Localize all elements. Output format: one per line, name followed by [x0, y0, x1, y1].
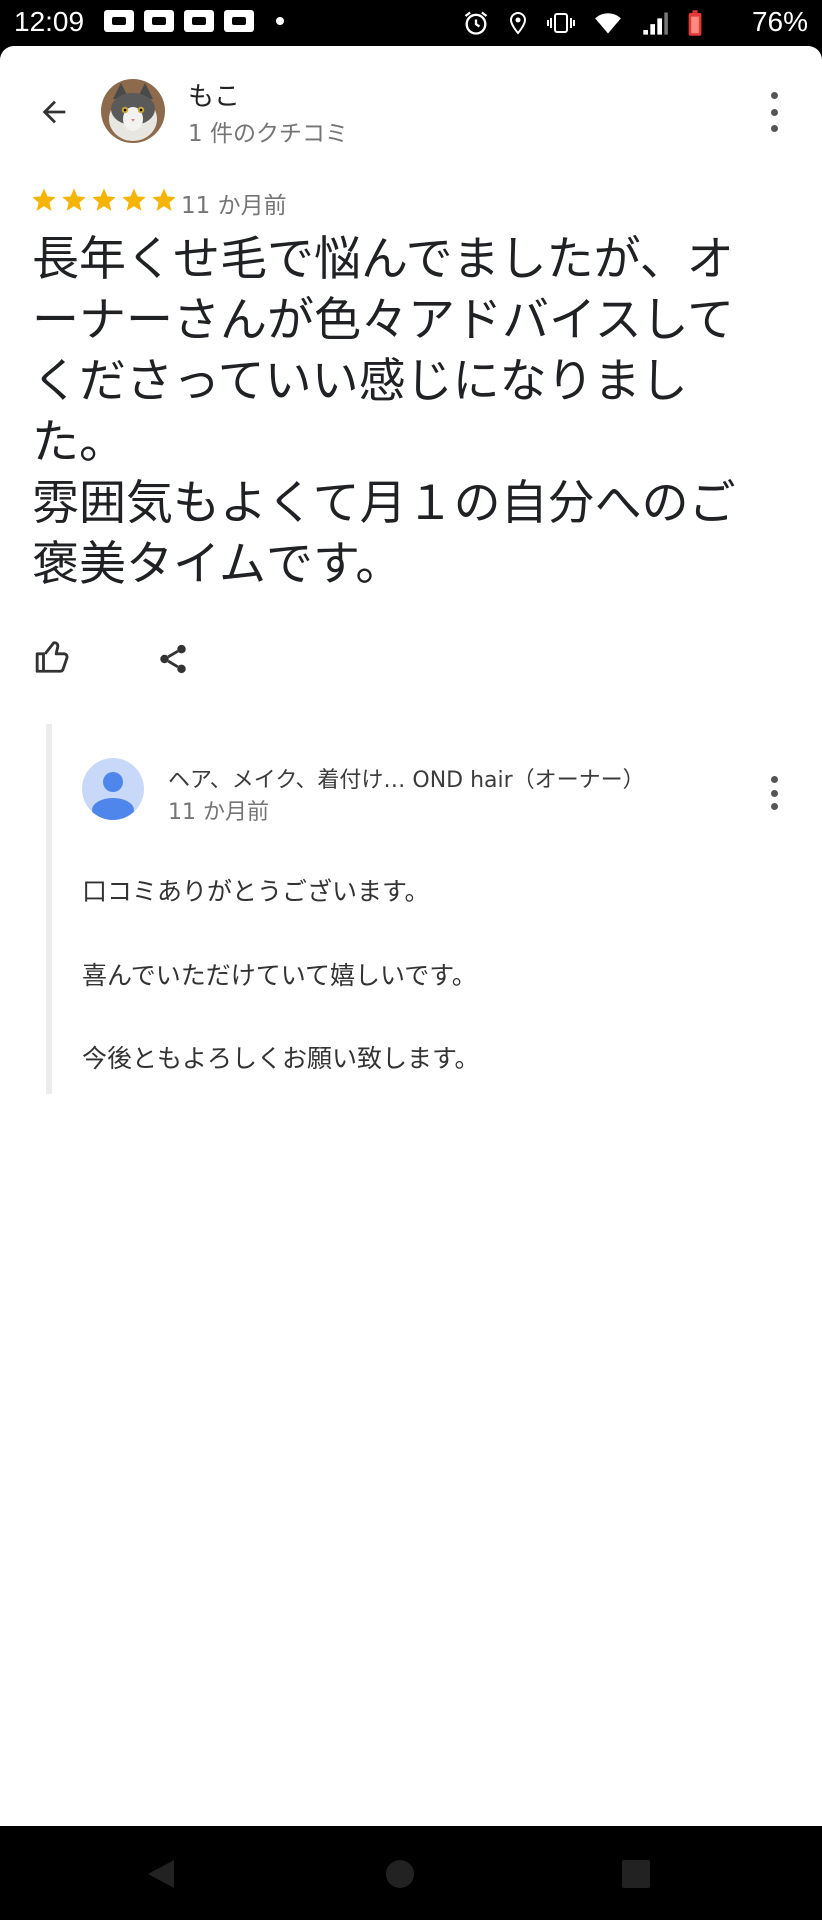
nav-home-icon[interactable]	[386, 1860, 414, 1888]
location-icon	[509, 11, 527, 35]
review-time: 11 か月前	[181, 193, 287, 219]
nav-back-icon[interactable]	[146, 1858, 176, 1890]
au-icon	[224, 10, 254, 32]
review-text: 長年くせ毛で悩んでましたが、オーナーさんが色々アドバイスしてくださっていい感じに…	[32, 232, 736, 592]
owner-avatar	[82, 758, 144, 820]
au-mail-icon	[104, 10, 134, 32]
battery-icon	[688, 10, 702, 36]
thumb-up-icon	[35, 641, 69, 673]
vibrate-icon	[547, 13, 575, 33]
navigation-bar	[0, 1826, 822, 1920]
owner-reply-line: 今後ともよろしくお願い致します。	[82, 1044, 480, 1073]
battery-percent: 76%	[751, 6, 808, 37]
more-notifications-dot	[276, 17, 284, 25]
reviewer-avatar[interactable]	[101, 79, 165, 143]
wifi-icon	[595, 13, 621, 34]
review-detail-panel: もこ 1 件のクチコミ 11 か月前 長年くせ毛で悩んでましたが、オーナーさんが…	[0, 46, 822, 1826]
signal-icon	[643, 12, 668, 35]
reviewer-review-count: 1 件のクチコミ	[188, 121, 348, 147]
owner-reply-line: 喜んでいただけていて嬉しいです。	[82, 961, 477, 990]
au-icon	[144, 10, 174, 32]
status-time: 12:09	[14, 6, 85, 37]
like-button[interactable]	[34, 638, 72, 680]
more-options-button[interactable]	[766, 92, 782, 132]
system-icons	[462, 9, 704, 37]
owner-reply-more-button[interactable]	[766, 776, 782, 810]
star-icon	[32, 188, 56, 211]
star-icon	[152, 188, 176, 211]
status-bar: 12:09 76%	[0, 0, 822, 46]
notification-icons	[104, 10, 284, 32]
au-icon	[184, 10, 214, 32]
owner-reply-time: 11 か月前	[168, 800, 269, 825]
person-icon	[92, 772, 134, 820]
star-icon	[62, 188, 86, 211]
owner-reply-line: 口コミありがとうございます。	[82, 877, 430, 906]
owner-name: ヘア、メイク、着付け… OND hair（オーナー）	[168, 768, 645, 793]
owner-reply-divider	[46, 724, 52, 1094]
more-vert-icon	[770, 776, 778, 783]
alarm-icon	[464, 11, 488, 35]
reviewer-name[interactable]: もこ	[188, 76, 240, 113]
cat-avatar-image	[101, 79, 165, 143]
star-icon	[122, 188, 146, 211]
share-button[interactable]	[156, 642, 190, 680]
arrow-back-icon	[42, 100, 66, 124]
star-icon	[92, 188, 116, 211]
share-icon	[160, 644, 186, 674]
more-vert-icon	[770, 92, 778, 99]
star-rating	[30, 186, 178, 214]
back-button[interactable]	[30, 88, 78, 136]
nav-recent-icon[interactable]	[622, 1860, 650, 1888]
